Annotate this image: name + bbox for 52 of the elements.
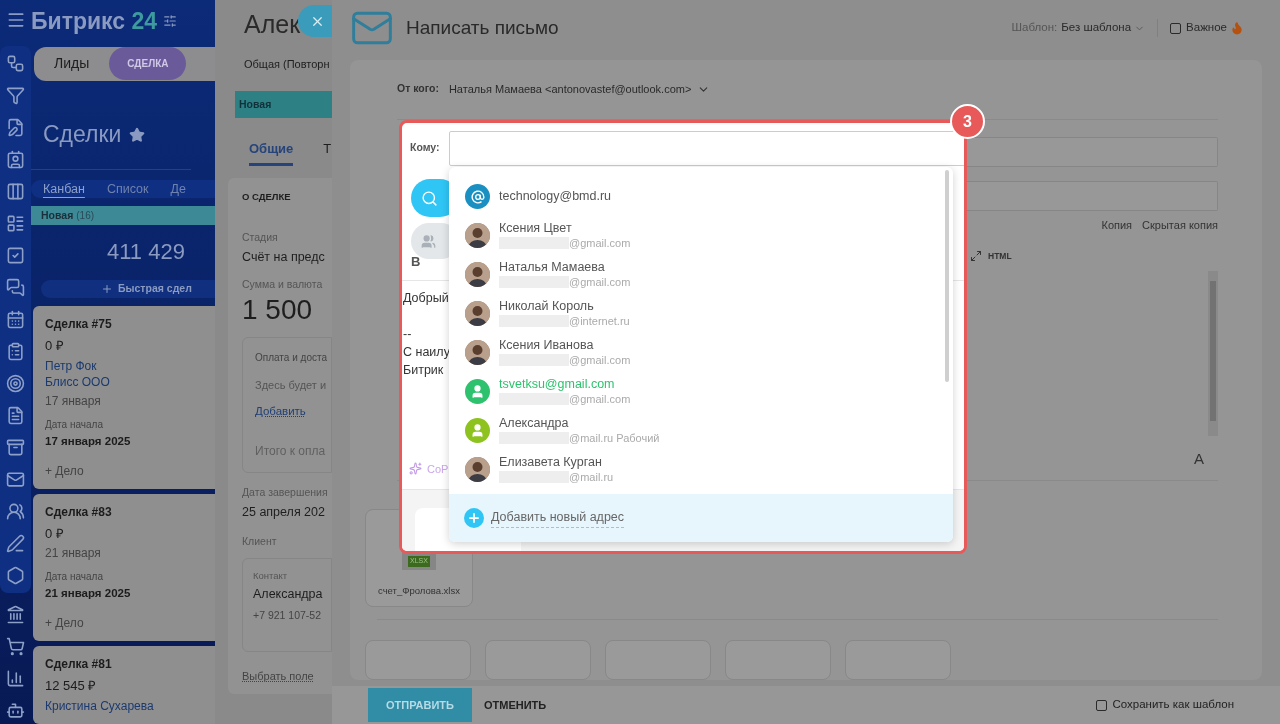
- contact-email: @mail.ru: [569, 469, 614, 485]
- deal-subtitle: Общая (Повторн: [243, 56, 331, 72]
- start-date: 17 января 2025: [45, 434, 132, 449]
- body-text: --: [403, 325, 412, 343]
- file-name: счет_Фролова.xlsx: [378, 583, 460, 598]
- contact-name: Елизавета Курган: [499, 454, 603, 470]
- column-title: Новая: [41, 207, 74, 223]
- field-label: Дата завершения: [242, 485, 329, 501]
- field-label: Сумма и валюта: [242, 276, 324, 292]
- body-text: Битрик: [403, 361, 444, 379]
- start-date: 21 января 2025: [45, 586, 132, 601]
- template-label: Шаблон:: [1011, 20, 1058, 36]
- contact-name: Наталья Мамаева: [499, 259, 606, 275]
- contact-name: Ксения Иванова: [499, 337, 595, 353]
- field-label: Оплата и доста: [255, 350, 328, 365]
- contact-name: tsvetksu@gmail.com: [499, 376, 616, 392]
- deal-amount: 12 545 ₽: [45, 678, 98, 694]
- deal-title: Алек: [244, 9, 301, 40]
- contact-name: technology@bmd.ru: [499, 189, 612, 204]
- field-label: Дата начала: [45, 418, 104, 432]
- checkbox-label: Сохранить как шаблон: [1112, 697, 1234, 713]
- contact-email: @gmail.com: [569, 391, 631, 407]
- deal-amount: 0 ₽: [45, 338, 65, 354]
- field-value: Счёт на предс: [242, 249, 326, 266]
- contact-email: @gmail.com: [569, 274, 631, 290]
- column-count: (16): [76, 209, 95, 223]
- deal-sum: 1 500: [242, 292, 314, 327]
- contact-name: Александра: [499, 415, 570, 431]
- contact-phone: +7 921 107-52: [253, 607, 323, 623]
- contact-email: @gmail.com: [569, 235, 631, 251]
- deal-date: 21 января: [45, 545, 102, 561]
- contact-email: @mail.ru Рабочий: [569, 430, 660, 446]
- checkbox-label: Важное: [1186, 20, 1227, 36]
- contact-email: @gmail.com: [569, 352, 631, 368]
- field-label: Кому:: [409, 140, 441, 156]
- body-text: Добрый: [403, 289, 449, 307]
- section-title: О СДЕЛКЕ: [242, 190, 292, 204]
- hint-text: Здесь будет и: [255, 377, 328, 393]
- column-total: 411 429: [106, 237, 186, 266]
- field-label: Дата начала: [45, 570, 104, 584]
- contact-name: Ксения Цвет: [499, 220, 573, 236]
- contact-name: Николай Король: [499, 298, 595, 314]
- page-title: Сделки: [43, 120, 122, 150]
- field-label: Стадия: [242, 230, 279, 246]
- field-label: Клиент: [242, 533, 278, 549]
- field-value: 25 апреля 202: [242, 504, 326, 521]
- deal-date: 17 января: [45, 393, 102, 409]
- field-label: От кого:: [397, 81, 439, 97]
- contact-email: @internet.ru: [569, 313, 630, 329]
- deal-amount: 0 ₽: [45, 526, 65, 542]
- panel-title: Написать письмо: [406, 15, 559, 40]
- body-text: С наилу: [403, 343, 450, 361]
